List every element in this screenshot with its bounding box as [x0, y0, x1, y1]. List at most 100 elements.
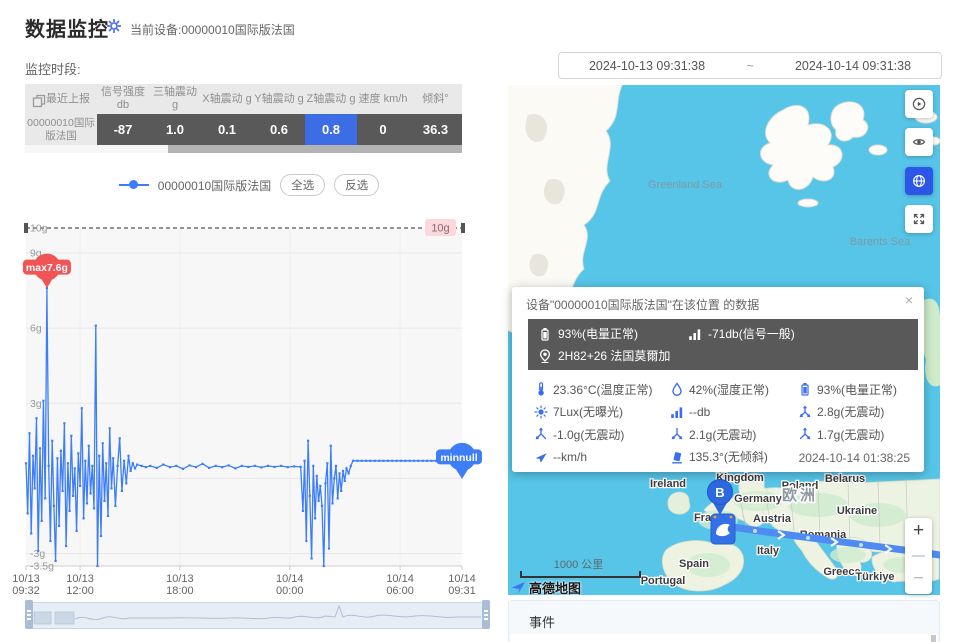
zoom-in-button[interactable]: +	[905, 520, 932, 542]
report-icon	[32, 94, 43, 105]
data-monitor-page: 数据监控 当前设备:00000010国际版法国 监控时段: 最近上报 信号强度 …	[0, 0, 965, 642]
cell-y-axis[interactable]: 0.6	[253, 114, 305, 145]
banner-text: -71db(信号一般)	[708, 325, 795, 342]
popup-status-banner: 93%(电量正常) -71db(信号一般) 2H82+26 法国莫爾加	[528, 319, 918, 370]
sea-label: Barents Sea	[850, 236, 911, 248]
svg-text:18:00: 18:00	[166, 585, 194, 597]
country-label: Türkiye	[855, 571, 894, 583]
banner-text: 93%(电量正常)	[558, 325, 638, 342]
col-tilt: 倾斜°	[409, 84, 462, 114]
table-scrollbar-thumb[interactable]	[168, 145, 462, 153]
events-scrollbar-thumb[interactable]	[931, 635, 936, 642]
sensor-reading: --db	[670, 401, 798, 424]
map-scale-bar	[520, 571, 641, 578]
cell-device-name[interactable]: 00000010国际版法国	[25, 114, 97, 145]
map-scale-text: 1000 公里	[520, 556, 637, 572]
play-circle-icon	[912, 97, 926, 111]
invert-select-button[interactable]: 反选	[334, 174, 379, 196]
zoom-slider[interactable]	[912, 555, 925, 557]
select-all-button[interactable]: 全选	[280, 174, 325, 196]
cell-tilt[interactable]: 36.3	[409, 114, 462, 145]
cell-x-axis[interactable]: 0.1	[201, 114, 253, 145]
region-label: 欧洲	[782, 486, 818, 504]
reading-text: 7Lux(无曝光)	[553, 403, 623, 420]
events-title: 事件	[509, 601, 939, 631]
svg-text:10/14: 10/14	[448, 573, 476, 585]
table-scrollbar[interactable]	[25, 145, 462, 153]
location-icon	[538, 349, 552, 363]
svg-text:06:00: 06:00	[386, 585, 414, 597]
map-control-play-circle[interactable]	[905, 90, 933, 118]
start-datetime[interactable]: 2024-10-13 09:31:38	[559, 59, 735, 73]
banner-item: -71db(信号一般)	[688, 325, 795, 342]
map-zoom-control: + −	[905, 518, 932, 594]
map-control-expand[interactable]	[905, 205, 933, 233]
col-x-axis: X轴震动 g	[201, 84, 253, 114]
svg-text:10/13: 10/13	[12, 573, 40, 585]
axis-z-icon	[798, 427, 812, 441]
signal-icon	[670, 405, 684, 419]
reading-text: 42%(湿度正常)	[689, 381, 769, 398]
map-control-globe[interactable]	[905, 167, 933, 195]
col-triaxial: 三轴震动 g	[149, 84, 201, 114]
svg-text:12:00: 12:00	[66, 585, 94, 597]
sensor-reading: 23.36°C(温度正常)	[534, 378, 670, 401]
reading-text: 1.7g(无震动)	[817, 426, 884, 443]
amap-attribution: 高德地图	[511, 578, 581, 597]
sea-label: Greenland Sea	[648, 179, 723, 191]
zoom-out-button[interactable]: −	[905, 568, 932, 590]
battery-icon	[798, 382, 812, 396]
reading-text: --km/h	[553, 450, 587, 464]
sensor-reading: 1.7g(无震动)	[798, 423, 918, 446]
expand-icon	[912, 212, 926, 226]
cell-triaxial[interactable]: 1.0	[149, 114, 201, 145]
current-device-label: 当前设备:00000010国际版法国	[130, 21, 295, 38]
globe-icon	[912, 174, 926, 188]
legend-line-marker[interactable]	[119, 184, 149, 186]
table-row: 00000010国际版法国 -87 1.0 0.1 0.6 0.8 0 36.3	[25, 114, 462, 145]
country-label: Italy	[757, 545, 780, 557]
country-label: Portugal	[641, 575, 686, 587]
thermometer-icon	[534, 382, 548, 396]
close-icon[interactable]: ×	[902, 293, 916, 307]
legend-series-name[interactable]: 00000010国际版法国	[158, 177, 271, 194]
datazoom-left-handle[interactable]	[25, 600, 33, 629]
cell-speed[interactable]: 0	[357, 114, 409, 145]
svg-text:10/14: 10/14	[276, 573, 304, 585]
banner-text: 2H82+26 法国莫爾加	[558, 347, 670, 364]
chart-legend: 00000010国际版法国 全选 反选	[10, 174, 488, 196]
svg-text:6g: 6g	[30, 323, 42, 335]
triaxial-icon	[798, 405, 812, 419]
country-label: Germany	[734, 493, 783, 505]
axis-x-icon	[534, 427, 548, 441]
sensor-reading: 93%(电量正常)	[798, 378, 918, 401]
gear-icon[interactable]	[107, 19, 124, 36]
svg-text:10/14: 10/14	[386, 573, 414, 585]
range-separator: ~	[735, 59, 765, 73]
vibration-chart[interactable]: 10/1309:3210/1312:0010/1318:0010/1400:00…	[10, 215, 488, 597]
sensor-reading: 2.1g(无震动)	[670, 423, 798, 446]
end-datetime[interactable]: 2024-10-14 09:31:38	[765, 59, 941, 73]
col-speed: 速度 km/h	[357, 84, 409, 114]
datazoom-right-handle[interactable]	[482, 600, 490, 629]
device-marker	[711, 514, 735, 544]
reading-text: 2.1g(无震动)	[689, 426, 756, 443]
country-label: Belarus	[825, 473, 865, 485]
humidity-icon	[670, 382, 684, 396]
col-y-axis: Y轴震动 g	[253, 84, 305, 114]
country-label: Ukraine	[837, 505, 877, 517]
reading-text: 2.8g(无震动)	[817, 403, 884, 420]
axis-y-icon	[670, 427, 684, 441]
amap-logo-icon	[511, 580, 526, 595]
country-label: Ireland	[650, 478, 686, 490]
date-range-picker[interactable]: 2024-10-13 09:31:38 ~ 2024-10-14 09:31:3…	[558, 52, 942, 79]
cell-signal[interactable]: -87	[97, 114, 149, 145]
sun-icon	[534, 405, 548, 419]
amap-attribution-text: 高德地图	[529, 578, 581, 597]
battery-icon	[538, 327, 552, 341]
map-control-eye[interactable]	[905, 128, 933, 156]
chart-datazoom-slider[interactable]	[28, 602, 487, 629]
svg-text:00:00: 00:00	[276, 585, 304, 597]
sensor-reading: 7Lux(无曝光)	[534, 401, 670, 424]
cell-z-axis-selected[interactable]: 0.8	[305, 114, 357, 145]
